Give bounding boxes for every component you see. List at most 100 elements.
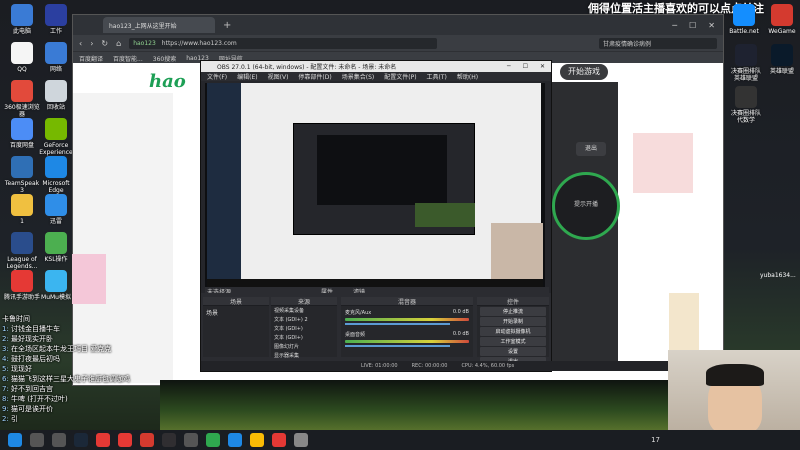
app-icon[interactable] <box>294 433 308 447</box>
source-item[interactable]: 视频采集设备 <box>271 306 337 315</box>
bookmark-item[interactable]: 360搜索 <box>153 54 176 63</box>
obs-control-button[interactable]: 停止推流 <box>480 307 546 316</box>
source-item[interactable]: 文本 (GDI+) 2 <box>271 315 337 324</box>
obs-menu-item[interactable]: 配置文件(P) <box>384 72 416 81</box>
obs-menu-item[interactable]: 文件(F) <box>207 72 227 81</box>
forward-icon[interactable]: › <box>90 39 93 48</box>
girl-thumbnail[interactable] <box>72 254 106 304</box>
desktop-icon[interactable]: Microsoft Edge <box>36 156 76 194</box>
hao-icon[interactable] <box>272 433 286 447</box>
chat-user: 8: <box>2 395 12 403</box>
tab-hao123[interactable]: hao123_上网从这里开始 <box>103 17 215 33</box>
scene-item[interactable]: 场景 <box>203 306 269 319</box>
app-icon <box>45 270 67 292</box>
obs-menu-item[interactable]: 视图(V) <box>268 72 289 81</box>
app-icon <box>735 86 757 108</box>
360-icon[interactable] <box>206 433 220 447</box>
start-icon[interactable] <box>8 433 22 447</box>
exit-button[interactable]: 退出 <box>576 142 606 156</box>
taskview-icon[interactable] <box>52 433 66 447</box>
mixer-channel-name: 麦克风/Aux <box>345 310 372 316</box>
address-bar[interactable]: hao123 https://www.hao123.com <box>129 37 438 49</box>
obs-menu-item[interactable]: 帮助(H) <box>457 72 478 81</box>
close-icon[interactable]: ✕ <box>710 68 720 79</box>
netease-icon[interactable] <box>96 433 110 447</box>
wegame-icon[interactable] <box>140 433 154 447</box>
chat-user: 3: <box>2 345 12 353</box>
source-item[interactable]: 文本 (GDI+) <box>271 333 337 342</box>
wallpaper-landscape <box>160 380 670 430</box>
obs-icon[interactable] <box>162 433 176 447</box>
chat-user: 7: <box>2 385 12 393</box>
source-item[interactable]: 显示器采集 <box>271 351 337 360</box>
chat-user: 2: <box>2 415 12 423</box>
bookmark-item[interactable]: 百度翻译 <box>79 54 103 63</box>
app-icon <box>45 118 67 140</box>
app-icon <box>11 4 33 26</box>
ad-banner[interactable] <box>633 133 693 193</box>
sources-dock: 来源 视频采集设备 文本 (GDI+) 2 文本 (GDI+) 文本 (GDI+) 图像… <box>271 297 337 360</box>
taskbar: 17 <box>0 430 800 450</box>
obs-control-button[interactable]: 开始录制 <box>480 317 546 326</box>
mixer-channel-value: 0.0 dB <box>452 309 469 315</box>
home-icon[interactable]: ⌂ <box>116 39 121 48</box>
desktop-icon[interactable]: KSL操作 <box>36 232 76 263</box>
new-tab-button[interactable]: + <box>223 20 231 31</box>
maximize-icon[interactable]: ☐ <box>689 21 696 30</box>
obs-window: OBS 27.0.1 (64-bit, windows) - 配置文件: 未命名… <box>200 60 711 372</box>
desktop-icon[interactable]: 回收站 <box>36 80 76 111</box>
obs-control-button[interactable]: 启动虚拟摄像机 <box>480 327 546 336</box>
obs-menu-item[interactable]: 编辑(E) <box>237 72 257 81</box>
search-input[interactable]: 甘肃疫情确诊病例 <box>599 37 717 49</box>
start-game-button[interactable]: 开始游戏 <box>560 64 608 80</box>
desktop-icon[interactable]: 英雄联盟 <box>762 44 800 75</box>
refresh-icon[interactable]: ↻ <box>101 39 108 48</box>
obs-control-button[interactable]: 工作室模式 <box>480 337 546 346</box>
source-item[interactable]: 图像幻灯片 <box>271 342 337 351</box>
scenes-header: 场景 <box>203 297 269 306</box>
desktop-icon[interactable]: 决赛圈排队 代数学 <box>726 86 766 124</box>
close-icon[interactable]: ✕ <box>540 63 545 70</box>
bookmark-item[interactable]: 百度智能... <box>113 54 143 63</box>
chrome-icon[interactable] <box>250 433 264 447</box>
desktop-icon-label: GeForce Experience <box>39 142 73 156</box>
desktop-icon[interactable]: MuMu模拟 <box>36 270 76 301</box>
chat-message: 7: 好不到回吉宫 <box>2 384 162 394</box>
close-icon[interactable]: ✕ <box>708 21 715 30</box>
edge-icon[interactable] <box>228 433 242 447</box>
obs-menu-item[interactable]: 停靠部件(D) <box>298 72 331 81</box>
desktop-icon[interactable]: WeGame <box>762 4 800 35</box>
desktop-icon[interactable]: GeForce Experience <box>36 118 76 156</box>
obs-menu-item[interactable]: 工具(T) <box>427 72 447 81</box>
search-icon[interactable] <box>30 433 44 447</box>
start-live-label: 提示开播 <box>573 201 598 208</box>
obs-menu-item[interactable]: 场景集合(S) <box>342 72 375 81</box>
desktop-icon-label: Microsoft Edge <box>42 180 70 194</box>
back-icon[interactable]: ‹ <box>79 39 82 48</box>
start-live-ring[interactable]: 提示开播 <box>552 172 620 240</box>
desktop-icon[interactable]: 工作 <box>36 4 76 35</box>
app-icon <box>45 232 67 254</box>
chat-message: 9: 猫可是诶开价 <box>2 404 162 414</box>
obs-preview[interactable] <box>205 83 545 287</box>
music-icon[interactable] <box>118 433 132 447</box>
obs-control-button[interactable]: 设置 <box>480 347 546 356</box>
app-icon <box>45 4 67 26</box>
minimize-icon[interactable]: ─ <box>672 21 677 30</box>
desktop-icon[interactable]: 网络 <box>36 42 76 73</box>
desktop-icon[interactable]: Battle.net <box>724 4 764 35</box>
browser-toolbar: ‹ › ↻ ⌂ hao123 https://www.hao123.com 甘肃… <box>73 35 723 51</box>
chat-text: 现现好 <box>11 365 33 373</box>
desktop-icon-label: 决赛圈排队 代数学 <box>730 110 761 124</box>
desktop-icon[interactable]: 迅雷 <box>36 194 76 225</box>
steam-icon[interactable] <box>74 433 88 447</box>
maximize-icon[interactable]: ☐ <box>523 63 528 70</box>
game-icon[interactable] <box>184 433 198 447</box>
chat-text: 鼓打夜最后初吗 <box>11 355 61 363</box>
volume-slider[interactable] <box>345 345 451 347</box>
volume-slider[interactable] <box>345 323 451 325</box>
minimize-icon[interactable]: ─ <box>507 63 511 70</box>
desktop-icon[interactable]: 决赛圈排队 英雄联盟 <box>726 44 766 82</box>
desktop-icon-label: 迅雷 <box>49 218 62 225</box>
source-item[interactable]: 文本 (GDI+) <box>271 324 337 333</box>
